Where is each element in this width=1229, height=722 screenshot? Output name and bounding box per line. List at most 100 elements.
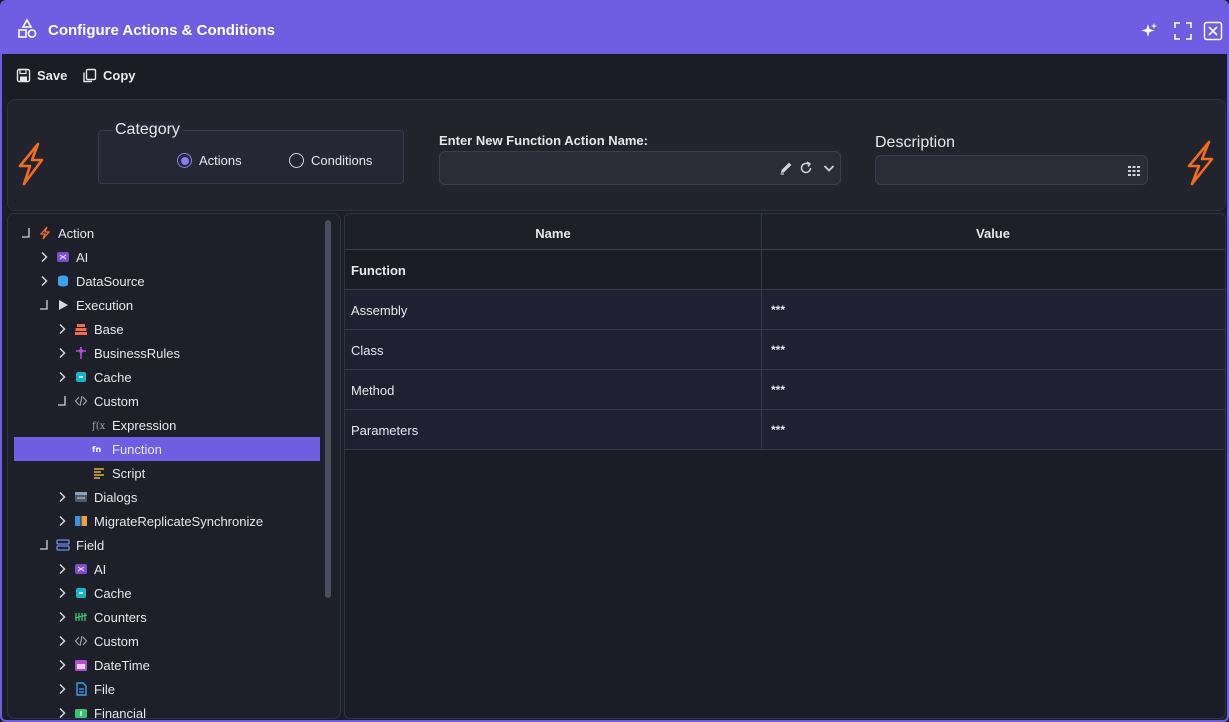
chevron-right-icon[interactable] (56, 323, 68, 335)
maximize-icon (1174, 22, 1192, 40)
tree-item[interactable]: Dialogs (14, 485, 320, 509)
dialog-icon (75, 492, 87, 502)
ai-icon (57, 252, 69, 262)
table-row[interactable]: Parameters *** (345, 410, 1225, 450)
tree-item-label: Action (58, 226, 95, 241)
tree-item[interactable]: DateTime (14, 653, 320, 677)
save-icon (16, 68, 31, 83)
tree-item-label: BusinessRules (94, 346, 180, 361)
tree-item[interactable]: ƒ(x Expression (14, 413, 320, 437)
column-divider (761, 214, 762, 450)
chevron-right-icon[interactable] (56, 659, 68, 671)
tree-item[interactable]: fn Function (14, 437, 320, 461)
tree-scrollbar[interactable] (323, 218, 333, 716)
collapse-icon[interactable] (38, 539, 50, 551)
tree-item[interactable]: Base (14, 317, 320, 341)
property-value[interactable]: *** (771, 383, 785, 397)
table-row[interactable]: Class *** (345, 330, 1225, 370)
tree-item[interactable]: File (14, 677, 320, 701)
tree-item-label: Custom (94, 394, 139, 409)
bolt-icon (1187, 140, 1214, 186)
tree-item-label: DateTime (94, 658, 150, 673)
sparkle-button[interactable] (1138, 20, 1160, 42)
function-name-label: Enter New Function Action Name: (439, 133, 648, 148)
group-label: Function (351, 263, 406, 278)
tree-item-label: Base (94, 322, 124, 337)
tree-item[interactable]: AI (14, 557, 320, 581)
cache-icon (76, 372, 86, 382)
tree-item[interactable]: Cache (14, 581, 320, 605)
description-input[interactable] (875, 155, 1148, 185)
table-row[interactable]: Method *** (345, 370, 1225, 410)
tree-item[interactable]: Custom (14, 389, 320, 413)
radio-actions[interactable]: Actions (177, 153, 242, 168)
property-grid: Name Value Function Assembly *** Class *** M… (344, 213, 1226, 719)
tree-item[interactable]: Action (14, 221, 320, 245)
category-legend: Category (113, 121, 182, 139)
property-value[interactable]: *** (771, 423, 785, 437)
grid-dots-icon[interactable] (1127, 164, 1141, 178)
tree-item[interactable]: AI (14, 245, 320, 269)
title-bar: Configure Actions & Conditions (2, 2, 1227, 54)
header-panel: Category Actions Conditions Enter New Fu… (7, 99, 1226, 211)
group-row[interactable]: Function (345, 250, 1225, 290)
tree-item-label: Custom (94, 634, 139, 649)
tree-item[interactable]: Counters (14, 605, 320, 629)
file-icon (76, 682, 87, 696)
tree-item-label: MigrateReplicateSynchronize (94, 514, 264, 529)
property-value[interactable]: *** (771, 303, 785, 317)
table-row[interactable]: Assembly *** (345, 290, 1225, 330)
pencil-icon[interactable] (778, 160, 794, 176)
column-header-value[interactable]: Value (761, 226, 1225, 241)
chevron-right-icon[interactable] (56, 347, 68, 359)
tree-item-label: Script (112, 466, 146, 481)
tree-item[interactable]: Execution (14, 293, 320, 317)
chevron-right-icon[interactable] (56, 683, 68, 695)
tree-item-label: Cache (94, 586, 132, 601)
tree-item[interactable]: Cache (14, 365, 320, 389)
chevron-right-icon[interactable] (56, 371, 68, 383)
property-value[interactable]: *** (771, 343, 785, 357)
collapse-icon[interactable] (20, 227, 32, 239)
refresh-icon[interactable] (798, 160, 814, 176)
tree-item[interactable]: BusinessRules (14, 341, 320, 365)
rules-icon (76, 347, 86, 359)
copy-icon (83, 68, 97, 83)
code-icon (74, 395, 88, 407)
collapse-icon[interactable] (38, 299, 50, 311)
maximize-button[interactable] (1172, 20, 1194, 42)
chevron-right-icon[interactable] (56, 491, 68, 503)
chevron-right-icon[interactable] (56, 611, 68, 623)
radio-unchecked-icon (289, 153, 304, 168)
chevron-right-icon[interactable] (56, 587, 68, 599)
radio-conditions[interactable]: Conditions (289, 153, 372, 168)
tree-item[interactable]: Financial (14, 701, 320, 719)
dialog-window: Configure Actions & Conditions Save Copy… (0, 0, 1229, 722)
close-button[interactable] (1202, 20, 1224, 42)
save-button[interactable]: Save (16, 68, 67, 83)
chevron-right-icon[interactable] (56, 563, 68, 575)
copy-label: Copy (103, 68, 136, 83)
save-label: Save (37, 68, 68, 83)
counter-icon (74, 613, 88, 621)
tree-item[interactable]: Custom (14, 629, 320, 653)
window-title: Configure Actions & Conditions (48, 22, 275, 39)
chevron-right-icon[interactable] (38, 251, 50, 263)
collapse-icon[interactable] (56, 395, 68, 407)
radio-actions-label: Actions (199, 153, 242, 168)
tree-item[interactable]: MigrateReplicateSynchronize (14, 509, 320, 533)
tree-item[interactable]: DataSource (14, 269, 320, 293)
scroll-thumb[interactable] (325, 220, 331, 598)
chevron-right-icon[interactable] (56, 707, 68, 719)
ai-icon (75, 564, 87, 574)
chevron-right-icon[interactable] (38, 275, 50, 287)
chevron-right-icon[interactable] (56, 635, 68, 647)
tree-item[interactable]: Script (14, 461, 320, 485)
copy-button[interactable]: Copy (82, 68, 136, 83)
column-header-name[interactable]: Name (345, 226, 761, 241)
chevron-down-icon[interactable] (821, 160, 837, 176)
function-name-input[interactable] (439, 151, 841, 185)
chevron-right-icon[interactable] (56, 515, 68, 527)
tree-item[interactable]: Field (14, 533, 320, 557)
svg-text:ƒ(x: ƒ(x (92, 421, 106, 432)
